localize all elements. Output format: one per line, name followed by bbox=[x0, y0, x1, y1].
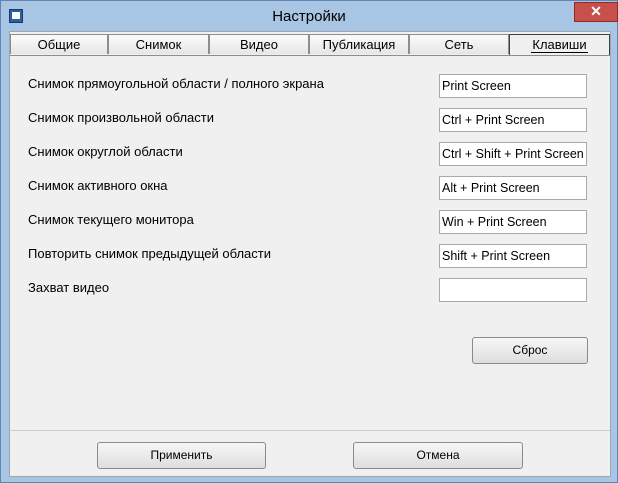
hotkey-label-region: Снимок прямоугольной области / полного э… bbox=[28, 76, 324, 91]
tab-network[interactable]: Сеть bbox=[409, 34, 509, 54]
hotkey-label-freehand: Снимок произвольной области bbox=[28, 110, 214, 125]
tab-general-label: Общие bbox=[37, 37, 81, 52]
close-button[interactable]: ✕ bbox=[574, 2, 618, 22]
tab-screenshot-label: Снимок bbox=[135, 37, 182, 52]
hotkey-label-active-window: Снимок активного окна bbox=[28, 178, 168, 193]
hotkey-field-monitor[interactable]: Win + Print Screen bbox=[439, 210, 587, 234]
footer-divider bbox=[10, 430, 610, 431]
hotkey-field-video[interactable] bbox=[439, 278, 587, 302]
dialog-body: Общие Снимок Видео Публикация Сеть Клави… bbox=[9, 31, 611, 477]
title-bar[interactable]: Настройки ✕ bbox=[1, 1, 618, 31]
window-title: Настройки bbox=[272, 8, 346, 25]
hotkey-field-freehand[interactable]: Ctrl + Print Screen bbox=[439, 108, 587, 132]
tab-publishing[interactable]: Публикация bbox=[309, 34, 409, 54]
settings-window: Настройки ✕ Общие Снимок Видео Публикаци… bbox=[0, 0, 618, 483]
tab-video-label: Видео bbox=[240, 37, 278, 52]
tab-publishing-label: Публикация bbox=[322, 37, 396, 52]
tab-hotkeys[interactable]: Клавиши bbox=[509, 34, 610, 55]
cancel-button[interactable]: Отмена bbox=[353, 442, 523, 469]
hotkey-label-ellipse: Снимок округлой области bbox=[28, 144, 183, 159]
tab-screenshot[interactable]: Снимок bbox=[108, 34, 209, 54]
tab-bar: Общие Снимок Видео Публикация Сеть Клави… bbox=[10, 34, 610, 56]
hotkey-label-monitor: Снимок текущего монитора bbox=[28, 212, 194, 227]
tab-hotkeys-label: Клавиши bbox=[531, 37, 588, 53]
hotkey-field-region[interactable]: Print Screen bbox=[439, 74, 587, 98]
hotkey-field-ellipse[interactable]: Ctrl + Shift + Print Screen bbox=[439, 142, 587, 166]
tab-underline bbox=[10, 55, 610, 56]
tab-general[interactable]: Общие bbox=[10, 34, 108, 54]
reset-button[interactable]: Сброс bbox=[472, 337, 588, 364]
hotkey-field-repeat[interactable]: Shift + Print Screen bbox=[439, 244, 587, 268]
hotkey-label-video: Захват видео bbox=[28, 280, 110, 295]
tab-video[interactable]: Видео bbox=[209, 34, 309, 54]
tab-network-label: Сеть bbox=[444, 37, 474, 52]
hotkey-field-active-window[interactable]: Alt + Print Screen bbox=[439, 176, 587, 200]
hotkey-label-repeat: Повторить снимок предыдущей области bbox=[28, 246, 271, 261]
apply-button[interactable]: Применить bbox=[97, 442, 266, 469]
